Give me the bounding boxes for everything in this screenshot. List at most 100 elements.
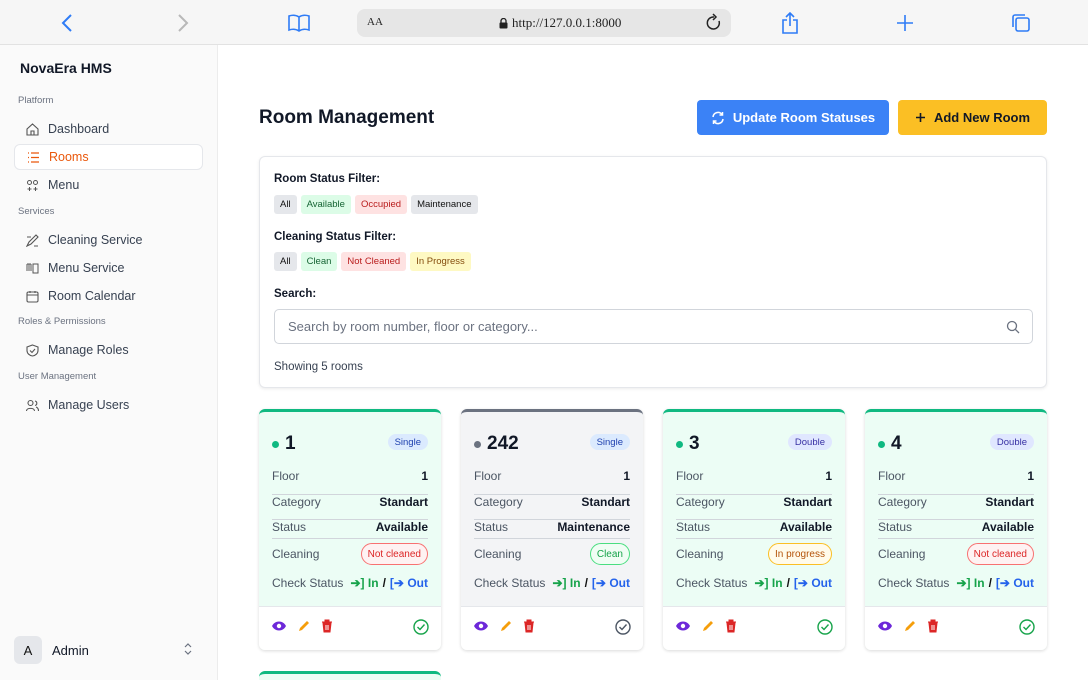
url-bar[interactable]: AA http://127.0.0.1:8000 [357,9,731,37]
menu-service-icon [24,260,40,276]
list-icon [25,149,41,165]
sidebar-item-dashboard[interactable]: Dashboard [14,116,203,142]
room-filter-available-chip[interactable]: Available [300,195,351,214]
clean-filter-clean-chip[interactable]: Clean [300,252,338,271]
search-icon[interactable] [1006,320,1020,334]
delete-trash-icon[interactable] [321,619,333,633]
floor-label: Floor [676,469,704,483]
results-count: Showing 5 rooms [274,361,363,373]
user-menu[interactable]: A Admin [14,636,203,664]
browser-toolbar: AA http://127.0.0.1:8000 [0,0,1088,45]
status-label: Status [272,520,307,534]
check-out-link[interactable]: [➔ Out [390,576,428,590]
avatar: A [14,636,42,664]
room-number: 242 [487,433,519,454]
section-label-user-management: User Management [18,371,97,382]
search-box [274,309,1033,344]
page-title: Room Management [259,107,435,128]
view-eye-icon[interactable] [877,619,893,633]
delete-trash-icon[interactable] [927,619,939,633]
status-dot [878,440,885,448]
reader-aa-button[interactable]: AA [367,16,383,28]
sidebar-item-room-calendar[interactable]: Room Calendar [14,283,203,309]
cleaning-status-pill[interactable]: Not cleaned [966,543,1034,565]
category-label: Category [878,495,927,509]
check-out-link[interactable]: [➔ Out [996,576,1034,590]
view-eye-icon[interactable] [675,619,691,633]
cleaning-label: Cleaning [272,547,320,561]
sidebar-item-menu[interactable]: Menu [14,172,203,198]
room-filter-all-chip[interactable]: All [274,195,297,214]
cleaning-status-filter-label: Cleaning Status Filter: [274,231,397,243]
delete-trash-icon[interactable] [725,619,737,633]
category-value: Standart [581,495,630,509]
status-check-circle-icon[interactable] [413,619,429,635]
status-check-circle-icon[interactable] [615,619,631,635]
add-new-room-button[interactable]: Add New Room [898,100,1047,135]
status-label: Status [676,520,711,534]
floor-label: Floor [474,469,502,483]
room-type-badge: Double [787,434,832,450]
category-value: Standart [985,495,1034,509]
check-in-link[interactable]: ➔] In [553,576,581,590]
delete-trash-icon[interactable] [523,619,535,633]
status-check-circle-icon[interactable] [817,619,833,635]
floor-value: 1 [825,469,832,483]
user-name: Admin [52,642,89,658]
edit-pencil-icon[interactable] [903,619,917,633]
sidebar-item-menu-service[interactable]: Menu Service [14,255,203,281]
room-card: 1 Single Floor 1 Category Standart Status A… [259,409,441,650]
view-eye-icon[interactable] [473,619,489,633]
new-tab-plus-icon[interactable] [892,10,918,36]
room-number: 4 [891,433,902,454]
edit-pencil-icon[interactable] [297,619,311,633]
clean-filter-in-progress-chip[interactable]: In Progress [410,252,471,271]
brush-icon [24,232,40,248]
sign-in-icon: ➔] [350,576,365,590]
update-room-statuses-button[interactable]: Update Room Statuses [697,100,889,135]
check-status-label: Check Status [272,576,344,590]
menu-grid-icon [24,177,40,193]
plus-icon [915,112,926,123]
room-filter-maintenance-chip[interactable]: Maintenance [411,195,478,214]
check-in-link[interactable]: ➔] In [755,576,783,590]
forward-icon[interactable] [170,10,196,36]
check-out-link[interactable]: [➔ Out [794,576,832,590]
status-value: Available [981,520,1034,534]
sidebar-item-manage-roles[interactable]: Manage Roles [14,337,203,363]
search-input[interactable] [275,310,975,343]
status-check-circle-icon[interactable] [1019,619,1035,635]
sidebar-item-rooms[interactable]: Rooms [14,144,203,170]
status-label: Status [474,520,509,534]
search-label: Search: [274,288,317,300]
bookmarks-icon[interactable] [286,10,312,36]
check-out-link[interactable]: [➔ Out [592,576,630,590]
room-filter-occupied-chip[interactable]: Occupied [354,195,408,214]
cleaning-status-pill[interactable]: In progress [767,543,832,565]
sidebar-item-label: Menu Service [48,261,125,275]
category-label: Category [676,495,725,509]
room-type-badge: Double [989,434,1034,450]
cleaning-status-pill[interactable]: Not cleaned [360,543,428,565]
share-icon[interactable] [777,10,803,36]
check-in-link[interactable]: ➔] In [351,576,379,590]
cleaning-status-pill[interactable]: Clean [589,543,630,565]
sidebar-item-manage-users[interactable]: Manage Users [14,392,203,418]
clean-filter-not-cleaned-chip[interactable]: Not Cleaned [341,252,407,271]
cleaning-label: Cleaning [676,547,724,561]
sign-in-icon: ➔] [754,576,769,590]
shield-icon [24,342,40,358]
sidebar-item-cleaning-service[interactable]: Cleaning Service [14,227,203,253]
sign-out-icon: [➔ [389,576,404,590]
clean-filter-all-chip[interactable]: All [274,252,297,271]
back-icon[interactable] [54,10,80,36]
check-in-link[interactable]: ➔] In [957,576,985,590]
sidebar-item-label: Rooms [49,150,89,164]
edit-pencil-icon[interactable] [701,619,715,633]
sign-in-icon: ➔] [956,576,971,590]
reload-icon[interactable] [705,13,723,33]
view-eye-icon[interactable] [271,619,287,633]
status-dot [272,440,279,448]
edit-pencil-icon[interactable] [499,619,513,633]
tabs-overview-icon[interactable] [1008,10,1034,36]
